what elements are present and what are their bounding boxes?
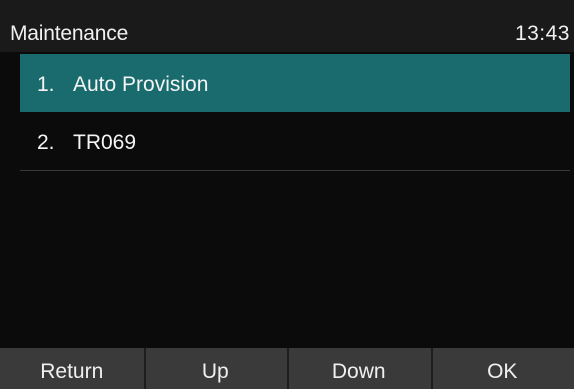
page-title: Maintenance bbox=[10, 22, 129, 45]
divider bbox=[20, 170, 570, 171]
down-button[interactable]: Down bbox=[287, 348, 431, 389]
clock: 13:43 bbox=[514, 22, 570, 45]
up-button[interactable]: Up bbox=[143, 348, 288, 389]
menu-item-auto-provision[interactable]: 1. Auto Provision bbox=[20, 54, 570, 112]
ok-button[interactable]: OK bbox=[430, 348, 574, 389]
return-button[interactable]: Return bbox=[0, 348, 144, 389]
menu-item-label: TR069 bbox=[73, 131, 137, 154]
menu-item-label: Auto Provision bbox=[73, 73, 209, 96]
title-bar: Maintenance 13:43 bbox=[0, 0, 574, 52]
menu-item-tr069[interactable]: 2. TR069 bbox=[20, 112, 570, 170]
menu-item-number: 1. bbox=[37, 73, 55, 96]
phone-screen: Maintenance 13:43 1. Auto Provision 2. T… bbox=[0, 0, 574, 389]
softkey-bar: Return Up Down OK bbox=[0, 348, 574, 389]
menu-item-number: 2. bbox=[37, 131, 55, 154]
